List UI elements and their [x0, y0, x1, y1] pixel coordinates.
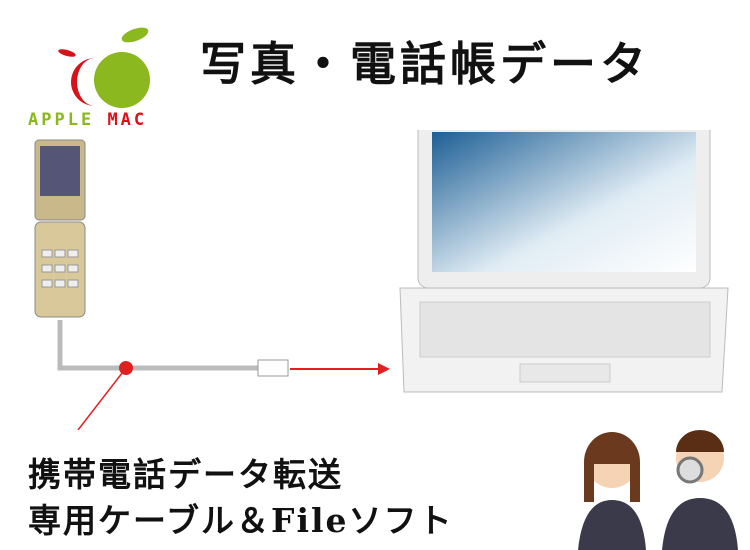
apple-logo — [58, 27, 150, 108]
usb-plug — [257, 359, 289, 377]
logo-mac: MAC — [107, 110, 148, 130]
staff-illustration — [578, 430, 738, 550]
logo-text: APPLE MAC — [28, 110, 147, 130]
logo-apple: APPLE — [28, 110, 95, 130]
diagram — [34, 130, 729, 430]
caption-line2: 専用ケーブル＆Fileソフト — [28, 501, 454, 540]
page-title: 写真・電話帳データ — [200, 37, 650, 91]
laptop — [399, 130, 729, 393]
cable — [57, 320, 260, 371]
flip-phone — [34, 139, 86, 318]
caption-line1: 携帯電話データ転送 — [28, 455, 343, 494]
